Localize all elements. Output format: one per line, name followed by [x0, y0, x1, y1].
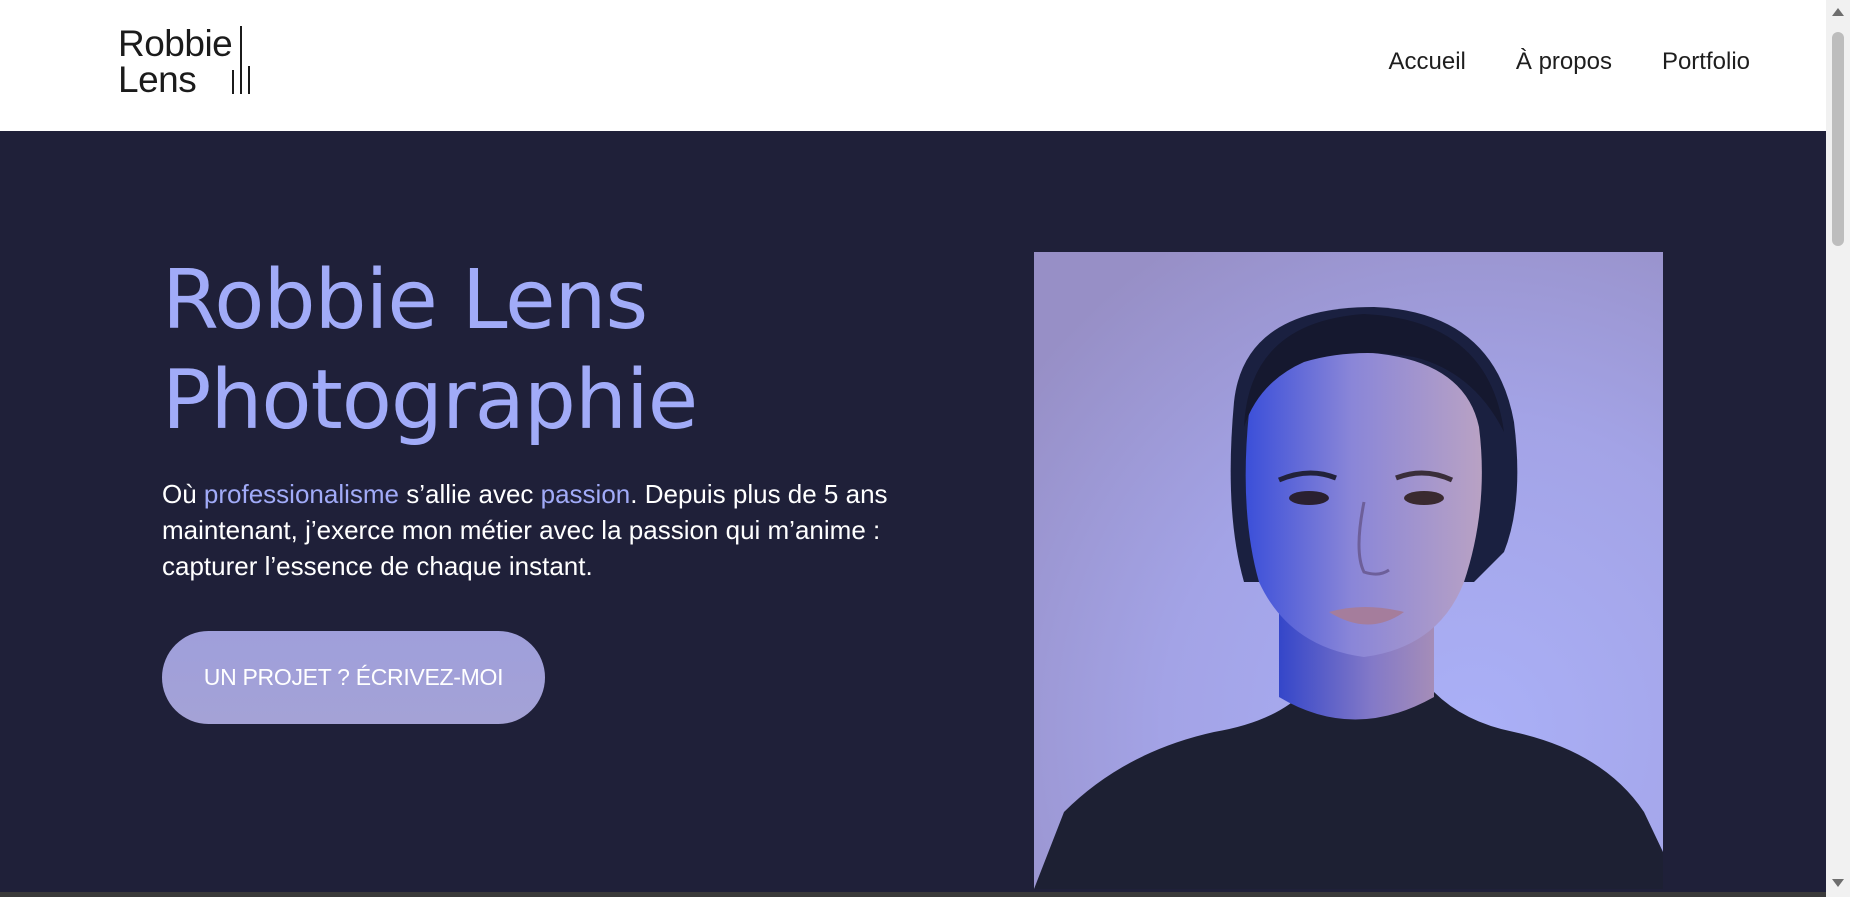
intro-middle: s’allie avec	[399, 479, 541, 509]
window-bottom-edge	[0, 892, 1826, 897]
main-nav: Accueil À propos Portfolio	[1389, 48, 1750, 76]
intro-highlight-passion: passion	[540, 479, 631, 509]
nav-item-accueil[interactable]: Accueil	[1389, 48, 1466, 76]
portrait-photo	[1034, 252, 1663, 889]
scrollbar-thumb[interactable]	[1832, 32, 1844, 246]
nav-item-a-propos[interactable]: À propos	[1516, 48, 1612, 76]
vertical-scrollbar[interactable]	[1826, 0, 1850, 897]
nav-item-portfolio[interactable]: Portfolio	[1662, 48, 1750, 76]
intro-highlight-professionalisme: professionalisme	[203, 479, 400, 509]
vertical-bars-icon	[232, 26, 250, 94]
hero-intro: Où professionalisme s’allie avec passion…	[162, 476, 932, 584]
hero-title: Robbie Lens Photographie	[162, 251, 698, 451]
scroll-up-arrow-icon[interactable]	[1832, 8, 1844, 16]
site-logo[interactable]: Robbie Lens	[118, 25, 250, 98]
scroll-down-arrow-icon[interactable]	[1832, 879, 1844, 887]
hero-title-line-1: Robbie Lens	[162, 253, 648, 348]
hero-section: Robbie Lens Photographie Où professional…	[0, 131, 1826, 897]
page: Robbie Lens Accueil À propos Portfolio R…	[0, 0, 1850, 897]
contact-cta-button[interactable]: UN PROJET ? ÉCRIVEZ-MOI	[162, 631, 545, 724]
portrait-illustration	[1034, 252, 1663, 889]
intro-prefix: Où	[162, 479, 204, 509]
hero-title-line-2: Photographie	[162, 353, 698, 448]
site-header: Robbie Lens Accueil À propos Portfolio	[0, 0, 1826, 131]
